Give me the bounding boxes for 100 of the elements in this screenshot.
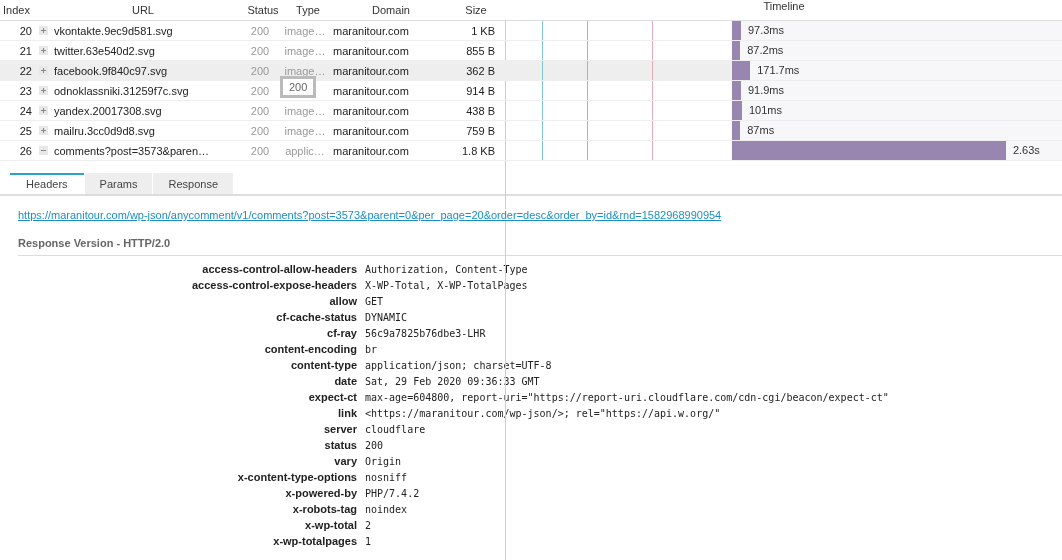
- expand-icon[interactable]: [38, 66, 48, 75]
- request-url-link[interactable]: https://maranitour.com/wp-json/anycomment/v1/comments?post=3573&parent=0&per_page=20&order=desc&order_by=id&rnd=1582968990954: [18, 209, 722, 221]
- index-cell-text: 21: [18, 44, 32, 57]
- header-value: noindex: [364, 503, 408, 515]
- header-value: X-WP-Total, X-WP-TotalPages: [364, 279, 528, 291]
- url-cell-text: yandex.20017308.svg: [54, 104, 163, 117]
- timing-label: 171.7ms: [757, 64, 800, 76]
- header-value: 200: [364, 439, 384, 451]
- header-value: <https://maranitour.com/wp-json/>; rel="https://api.w.org/": [364, 407, 721, 419]
- domain-cell-text: maranitour.com: [332, 64, 410, 77]
- timing-label: 91.9ms: [747, 84, 784, 96]
- index-cell-text: 25: [18, 124, 32, 137]
- header-name: content-type: [290, 359, 357, 371]
- collapse-icon[interactable]: [38, 146, 48, 155]
- timing-label: 87.2ms: [747, 44, 784, 56]
- header-name: x-wp-total: [304, 519, 357, 531]
- size-cell-text: 438 B: [465, 104, 496, 117]
- header-value: br: [364, 343, 378, 355]
- expand-icon[interactable]: [38, 106, 48, 115]
- size-cell-text: 759 B: [465, 124, 496, 137]
- header-value: 56c9a7825b76dbe3-LHR: [364, 327, 486, 339]
- index-cell-text: 24: [18, 104, 32, 117]
- column-header[interactable]: Size: [446, 4, 506, 16]
- domain-cell-text: maranitour.com: [332, 104, 410, 117]
- header-name: access-control-expose-headers: [190, 279, 357, 291]
- index-cell-text: 26: [18, 144, 32, 157]
- header-name: x-wp-totalpages: [272, 535, 357, 547]
- timing-label: 97.3ms: [747, 24, 784, 36]
- header-value: application/json; charset=UTF-8: [364, 359, 552, 371]
- request-row[interactable]: 22 facebook.9f840c97.svg 200 image… maranitour.com 362 B 171.7ms: [0, 61, 1062, 81]
- column-header[interactable]: Timeline: [506, 0, 1062, 20]
- domain-cell-text: maranitour.com: [332, 24, 410, 37]
- status-cell-text: 200: [249, 44, 271, 57]
- status-cell-text: 200: [249, 104, 271, 117]
- size-cell-text: 1 KB: [470, 24, 496, 37]
- domain-cell-text: maranitour.com: [332, 144, 410, 157]
- index-cell-text: 23: [18, 84, 32, 97]
- header-name: cf-ray: [326, 327, 357, 339]
- url-cell-text: twitter.63e540d2.svg: [54, 44, 156, 57]
- url-cell-text: odnoklassniki.31259f7c.svg: [54, 84, 190, 97]
- header-value: Origin: [364, 455, 402, 467]
- header-name: x-robots-tag: [291, 503, 357, 515]
- column-header[interactable]: Index: [0, 4, 43, 16]
- tab[interactable]: Response: [153, 173, 234, 194]
- header-value: DYNAMIC: [364, 311, 408, 323]
- header-name: access-control-allow-headers: [201, 263, 357, 275]
- column-header[interactable]: Domain: [333, 4, 446, 16]
- status-cell-text: 200: [249, 64, 271, 77]
- timing-label: 101ms: [748, 104, 782, 116]
- status-cell-text: 200: [249, 24, 271, 37]
- type-cell: applic…: [285, 144, 325, 157]
- url-cell-text: vkontakte.9ec9d581.svg: [54, 24, 174, 37]
- type-cell: image…: [284, 24, 326, 37]
- tab[interactable]: Params: [84, 173, 153, 194]
- domain-cell-text: maranitour.com: [332, 44, 410, 57]
- header-value: Sat, 29 Feb 2020 09:36:33 GMT: [364, 375, 540, 387]
- section-title: Response Version - HTTP/2.0: [18, 237, 1062, 256]
- header-value: max-age=604800, report-uri="https://report-uri.cloudflare.com/cdn-cgi/beacon/expect-ct": [364, 391, 889, 403]
- header-name: x-powered-by: [284, 487, 357, 499]
- status-cell-text: 200: [249, 124, 271, 137]
- size-cell-text: 855 B: [465, 44, 496, 57]
- header-name: x-content-type-options: [236, 471, 357, 483]
- column-header[interactable]: Type: [283, 4, 333, 16]
- type-cell: image…: [284, 104, 326, 117]
- url-cell-text: mailru.3cc0d9d8.svg: [54, 124, 156, 137]
- header-value: 2: [364, 519, 372, 531]
- timing-label: 87ms: [747, 124, 775, 136]
- type-cell: image…: [284, 124, 326, 137]
- url-cell-text: facebook.9f840c97.svg: [54, 64, 169, 77]
- column-header[interactable]: URL: [43, 4, 243, 16]
- index-cell-text: 22: [18, 64, 32, 77]
- type-cell: image…: [284, 44, 326, 57]
- header-name: expect-ct: [307, 391, 357, 403]
- size-cell-text: 914 B: [465, 84, 496, 97]
- expand-icon[interactable]: [38, 86, 48, 95]
- status-cell-text: 200: [249, 144, 271, 157]
- expand-icon[interactable]: [38, 46, 48, 55]
- column-header[interactable]: Status: [243, 4, 283, 16]
- header-name: status: [323, 439, 357, 451]
- status-cell-text: 200: [249, 84, 271, 97]
- timing-label: 2.63s: [1012, 144, 1040, 156]
- index-cell-text: 20: [18, 24, 32, 37]
- header-name: date: [333, 375, 357, 387]
- header-value: PHP/7.4.2: [364, 487, 420, 499]
- header-name: allow: [328, 295, 357, 307]
- size-cell-text: 1.8 KB: [460, 144, 496, 157]
- expand-icon[interactable]: [38, 126, 48, 135]
- header-name: cf-cache-status: [275, 311, 357, 323]
- url-cell-text: comments?post=3573&paren…: [54, 144, 210, 157]
- header-name: server: [322, 423, 357, 435]
- expand-icon[interactable]: [38, 26, 48, 35]
- domain-cell-text: maranitour.com: [332, 84, 410, 97]
- header-value: cloudflare: [364, 423, 426, 435]
- tooltip: 200: [280, 76, 317, 98]
- header-value: nosniff: [364, 471, 408, 483]
- header-value: Authorization, Content-Type: [364, 263, 528, 275]
- header-name: link: [337, 407, 357, 419]
- size-cell-text: 362 B: [465, 64, 496, 77]
- header-value: 1: [364, 535, 372, 547]
- header-value: GET: [364, 295, 384, 307]
